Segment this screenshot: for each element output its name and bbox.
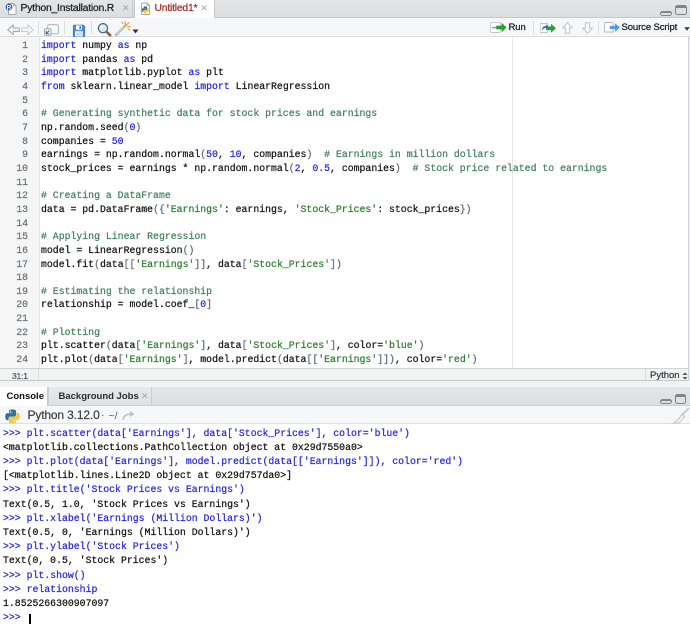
svg-text:R: R [7,4,12,11]
